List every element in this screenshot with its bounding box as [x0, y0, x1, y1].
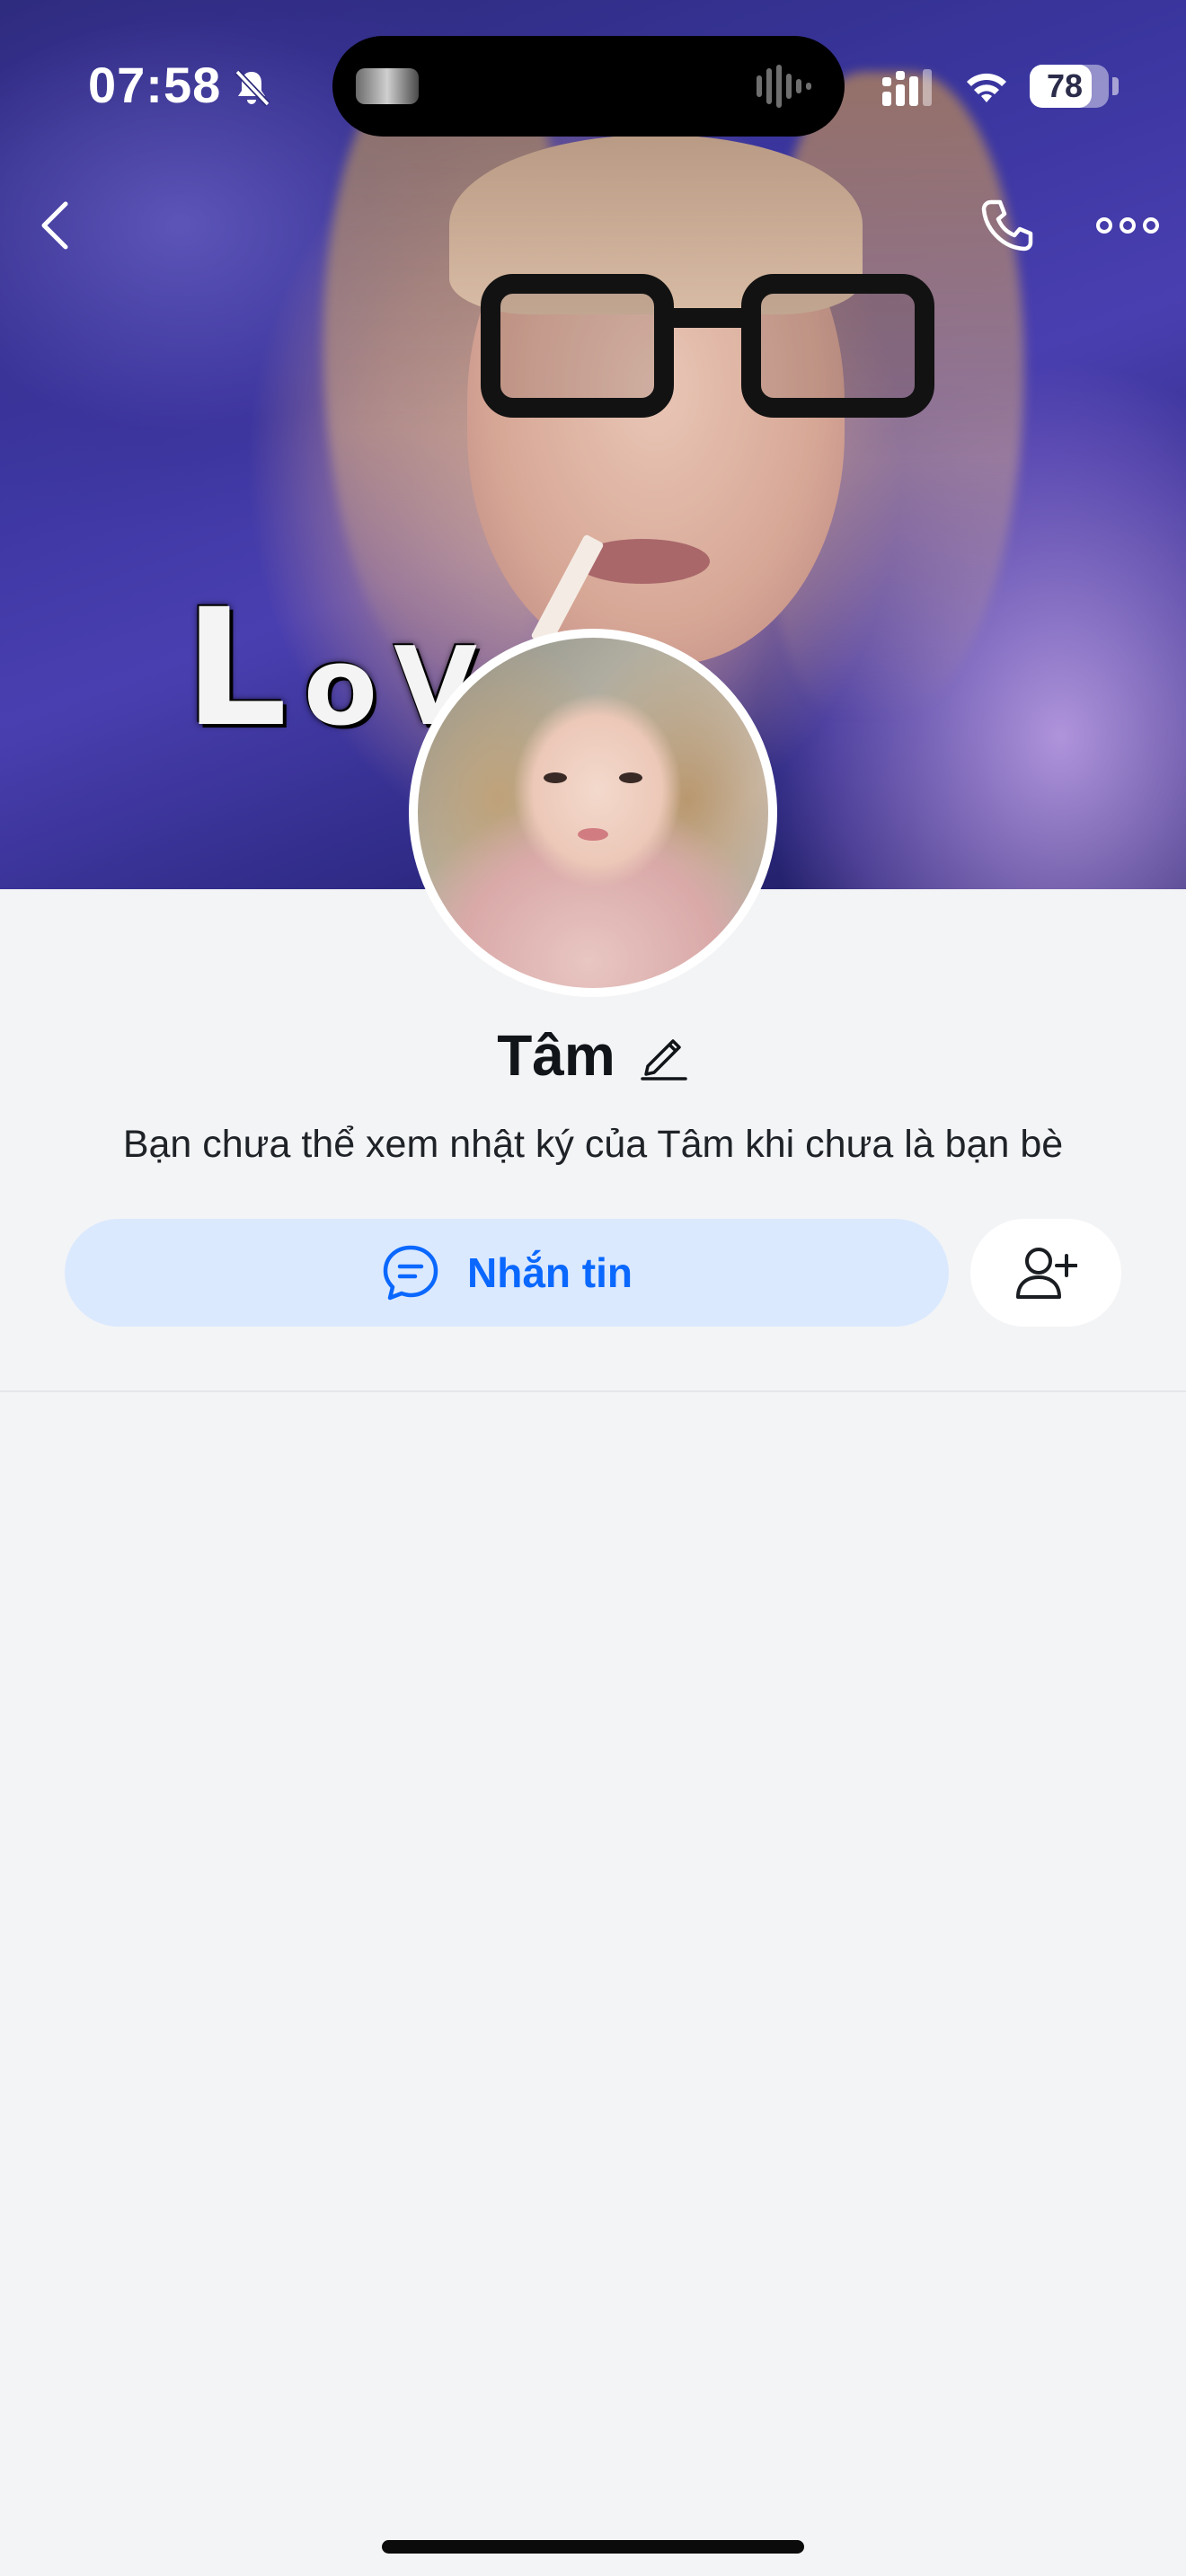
avatar-eye-right	[619, 772, 642, 783]
profile-avatar[interactable]	[409, 629, 777, 997]
dynamic-island	[332, 36, 845, 137]
chat-bubble-icon	[383, 1245, 438, 1301]
cover-overlay-letter: L	[184, 575, 304, 763]
wifi-icon	[967, 73, 1006, 102]
avatar-photo	[418, 638, 768, 988]
call-button[interactable]	[967, 185, 1048, 266]
status-bar: 07:58 78	[0, 0, 1186, 171]
now-playing-thumbnail	[356, 68, 419, 104]
section-divider	[0, 1390, 1186, 1392]
more-options-button[interactable]	[1087, 185, 1168, 266]
cover-lens-right	[741, 274, 934, 418]
audio-wave-icon	[757, 65, 811, 108]
profile-name: Tâm	[497, 1023, 615, 1088]
edit-name-button[interactable]	[639, 1030, 689, 1081]
status-time: 07:58	[88, 57, 222, 113]
battery-tip	[1112, 77, 1119, 95]
avatar-eye-left	[544, 772, 567, 783]
add-friend-button[interactable]	[970, 1219, 1121, 1327]
battery-icon: 78	[1030, 65, 1109, 108]
phone-icon	[981, 199, 1033, 251]
privacy-notice: Bạn chưa thể xem nhật ký của Tâm khi chư…	[122, 1123, 1064, 1166]
back-button[interactable]	[14, 185, 95, 266]
cover-glasses-bridge	[665, 308, 750, 328]
message-button-label: Nhắn tin	[467, 1249, 633, 1296]
home-indicator[interactable]	[382, 2540, 804, 2554]
cover-glasses	[481, 274, 948, 427]
more-dots-icon	[1096, 217, 1159, 234]
battery-level: 78	[1046, 67, 1084, 104]
message-button[interactable]: Nhắn tin	[65, 1219, 949, 1327]
add-user-icon	[1016, 1248, 1077, 1299]
bell-muted-icon	[235, 69, 270, 107]
profile-name-row: Tâm	[0, 1019, 1186, 1091]
cover-lens-left	[481, 274, 674, 418]
signal-icon	[882, 69, 932, 106]
pencil-icon	[641, 1039, 687, 1081]
avatar-eyes	[544, 772, 642, 785]
avatar-lips	[578, 828, 608, 841]
chevron-left-icon	[41, 201, 68, 250]
profile-screen: LoV 07:58 78 Tâm Bạn chưa thể xem nhật k…	[0, 0, 1186, 2576]
